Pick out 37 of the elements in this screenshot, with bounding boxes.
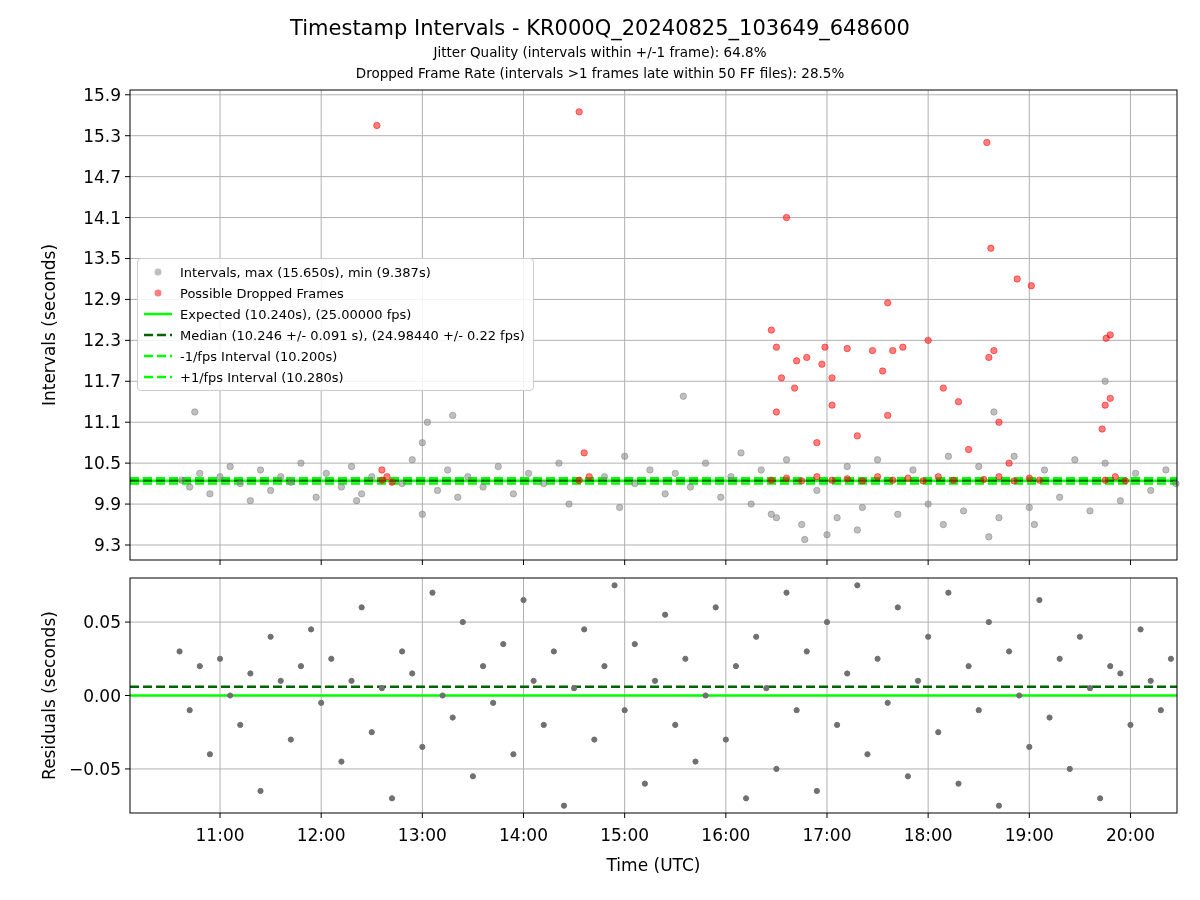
tick-label: 13.5 <box>83 248 121 269</box>
tick-label: 11.7 <box>83 371 121 392</box>
tick-label: 0.00 <box>83 685 121 706</box>
tick-label: 9.3 <box>93 535 121 555</box>
legend-label: Possible Dropped Frames <box>180 285 344 301</box>
tick-label: 12.9 <box>83 289 121 310</box>
axis-label: Residuals (seconds) <box>39 611 59 780</box>
tick-label: 14.7 <box>83 166 121 187</box>
tick-label: 13:00 <box>397 825 447 845</box>
tick-label: 15.3 <box>83 125 121 146</box>
tick-label: 16:00 <box>701 825 751 845</box>
legend-label: +1/fps Interval (10.280s) <box>180 369 344 385</box>
tick-label: 9.9 <box>93 494 121 515</box>
tick-label: 15.9 <box>83 88 121 105</box>
tick-label: 0.05 <box>83 612 121 633</box>
tick-label: −0.05 <box>68 758 121 779</box>
tick-label: 10.5 <box>83 453 121 474</box>
tick-label: 17:00 <box>802 825 852 845</box>
chart-subtitle: Dropped Frame Rate (intervals >1 frames late within 50 FF files): 28.5% <box>355 64 845 83</box>
tick-label: 12.3 <box>83 330 121 351</box>
axis-label: Time (UTC) <box>606 855 701 875</box>
tick-label: 14:00 <box>499 825 548 845</box>
tick-label: 14.1 <box>83 207 121 228</box>
legend-label: Expected (10.240s), (25.00000 fps) <box>180 306 412 322</box>
legend-label: Intervals, max (15.650s), min (9.387s) <box>180 264 431 280</box>
legend-label: -1/fps Interval (10.200s) <box>180 348 338 364</box>
tick-label: 15:00 <box>600 825 650 845</box>
chart-title: Timestamp Intervals - KR000Q_20240825_103649_648600 <box>290 15 910 42</box>
tick-label: 19:00 <box>1004 825 1054 845</box>
tick-label: 20:00 <box>1105 825 1155 845</box>
tick-label: 18:00 <box>903 825 953 845</box>
tick-label: 11.1 <box>83 412 121 433</box>
chart-subtitle: Jitter Quality (intervals within +/-1 frame): 64.8% <box>433 43 767 62</box>
tick-label: 11:00 <box>195 825 245 845</box>
legend-label: Median (10.246 +/- 0.091 s), (24.98440 +/- 0.22 fps) <box>180 327 525 343</box>
tick-label: 12:00 <box>296 825 346 845</box>
axis-label: Intervals (seconds) <box>39 243 59 407</box>
